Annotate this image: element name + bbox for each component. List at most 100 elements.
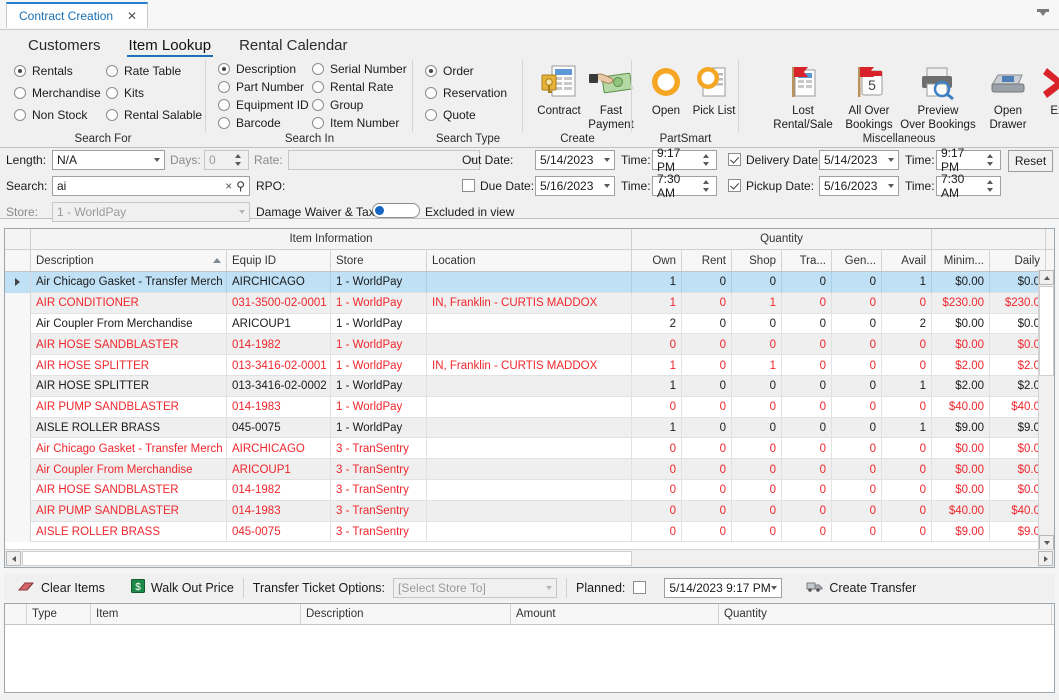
grid-column-header-store[interactable]: Store [331, 250, 427, 271]
pick-list-button[interactable]: Pick List [682, 60, 746, 118]
radio-order[interactable]: Order [425, 62, 474, 80]
grid-column-header-own[interactable]: Own [632, 250, 682, 271]
pickup-date-checkbox[interactable] [728, 179, 741, 192]
table-row[interactable]: Air Coupler From Merchandise ARICOUP1 3 - … [5, 459, 1054, 480]
radio-non-stock[interactable]: Non Stock [14, 106, 87, 124]
preview-over-bookings-button[interactable]: Preview Over Bookings [900, 60, 976, 131]
radio-description[interactable]: Description [218, 60, 296, 78]
grid-column-header-minim[interactable]: Minim... [932, 250, 990, 271]
table-row[interactable]: AIR HOSE SPLITTER 013-3416-02-0001 1 - Wor… [5, 355, 1054, 376]
grid-column-header-location[interactable]: Location [427, 250, 632, 271]
table-row[interactable]: AISLE ROLLER BRASS 045-0075 1 - WorldPay 1 0… [5, 417, 1054, 439]
tab-item-lookup[interactable]: Item Lookup [115, 37, 226, 57]
transfer-ticket-options-label: Transfer Ticket Options: [252, 580, 386, 595]
table-row[interactable]: AIR HOSE SANDBLASTER 014-1982 1 - WorldPay… [5, 334, 1054, 356]
scroll-left-icon[interactable] [6, 551, 21, 566]
grid-horizontal-scrollbar[interactable] [5, 549, 1054, 567]
tab-customers[interactable]: Customers [14, 37, 115, 56]
radio-rate-table[interactable]: Rate Table [106, 62, 181, 80]
grid-vertical-scrollbar[interactable] [1038, 270, 1054, 550]
table-row[interactable]: AISLE ROLLER BRASS 045-0075 3 - TranSentry… [5, 521, 1054, 543]
table-row[interactable]: AIR HOSE SPLITTER 013-3416-02-0002 1 - Wor… [5, 375, 1054, 397]
grid-column-header-daily[interactable]: Daily [990, 250, 1046, 271]
select-store-to-dropdown[interactable]: [Select Store To] [393, 577, 558, 598]
chevron-down-icon[interactable] [1037, 9, 1049, 19]
due-time-stepper[interactable]: 7:30 AM [652, 172, 717, 200]
search-icon[interactable]: ⚲ [236, 179, 245, 193]
scroll-right-icon[interactable] [1038, 551, 1053, 566]
transfer-column-header-type[interactable]: Type [27, 604, 91, 624]
table-row[interactable]: AIR PUMP SANDBLASTER 014-1983 3 - TranSent… [5, 500, 1054, 522]
length-select[interactable]: N/A [52, 150, 165, 170]
tab-rental-calendar[interactable]: Rental Calendar [225, 37, 361, 56]
radio-item-number[interactable]: Item Number [312, 114, 399, 132]
due-date-picker[interactable]: 5/16/2023 [535, 176, 615, 196]
transfer-column-header-item[interactable]: Item [91, 604, 301, 624]
table-cell: $40.00 [932, 396, 990, 418]
damage-waiver-toggle[interactable] [372, 203, 420, 218]
table-row[interactable]: AIR HOSE SANDBLASTER 014-1982 3 - TranSent… [5, 479, 1054, 501]
spinner-icon[interactable] [233, 152, 244, 168]
radio-rental-salable[interactable]: Rental Salable [106, 106, 202, 124]
table-row[interactable]: Air Chicago Gasket - Transfer Merch AIRCH… [5, 272, 1054, 293]
out-date-picker[interactable]: 5/14/2023 [535, 150, 615, 170]
transfer-column-header-amount[interactable]: Amount [511, 604, 719, 624]
transfer-column-header-description[interactable]: Description [301, 604, 511, 624]
grid-column-header-equip-id[interactable]: Equip ID [227, 250, 331, 271]
table-row[interactable]: AIR PUMP SANDBLASTER 014-1983 1 - WorldPay… [5, 396, 1054, 418]
close-icon[interactable]: ✕ [127, 10, 137, 22]
store-select[interactable]: 1 - WorldPay [52, 202, 250, 222]
grid-column-header-tra[interactable]: Tra... [782, 250, 832, 271]
exit-button[interactable]: Exit [1028, 60, 1059, 118]
table-row[interactable]: Air Coupler From Merchandise ARICOUP1 1 - … [5, 313, 1054, 335]
walk-out-price-button[interactable]: $ Walk Out Price [130, 579, 234, 596]
spinner-icon[interactable] [701, 178, 712, 194]
grid-column-header-gen[interactable]: Gen... [832, 250, 882, 271]
search-input[interactable]: ai × ⚲ [52, 176, 250, 196]
grid-column-header-description[interactable]: Description [31, 250, 227, 271]
lost-rental-sale-button[interactable]: Lost Rental/Sale [771, 60, 835, 131]
spinner-icon[interactable] [985, 178, 996, 194]
radio-rentals[interactable]: Rentals [14, 62, 73, 80]
reset-button[interactable]: Reset [1008, 150, 1053, 172]
horizontal-scroll-thumb[interactable] [22, 551, 632, 566]
radio-reservation[interactable]: Reservation [425, 84, 507, 102]
radio-quote[interactable]: Quote [425, 106, 476, 124]
delivery-date-checkbox[interactable] [728, 153, 741, 166]
planned-datetime-picker[interactable]: 5/14/2023 9:17 PM [664, 577, 783, 598]
planned-checkbox[interactable] [633, 581, 647, 594]
radio-kits[interactable]: Kits [106, 84, 144, 102]
radio-merchandise[interactable]: Merchandise [14, 84, 101, 102]
radio-group[interactable]: Group [312, 96, 363, 114]
radio-equipment-id[interactable]: Equipment ID [218, 96, 309, 114]
grid-column-header-rent[interactable]: Rent [682, 250, 732, 271]
vertical-scroll-thumb[interactable] [1039, 286, 1054, 376]
due-date-checkbox[interactable] [462, 179, 475, 192]
table-row[interactable]: AIR CONDITIONER 031-3500-02-0001 1 - World… [5, 292, 1054, 314]
delivery-date-picker[interactable]: 5/14/2023 [819, 150, 899, 170]
transfer-column-header-quantity[interactable]: Quantity [719, 604, 1052, 624]
table-row[interactable]: Air Chicago Gasket - Transfer Merch AIRCH… [5, 438, 1054, 460]
radio-part-number[interactable]: Part Number [218, 78, 304, 96]
spinner-icon[interactable] [701, 152, 712, 168]
all-over-bookings-button[interactable]: 5 All Over Bookings [837, 60, 901, 131]
delivery-time-stepper[interactable]: 9:17 PM [936, 146, 1001, 174]
clear-items-button[interactable]: Clear Items [17, 580, 105, 596]
spinner-icon[interactable] [985, 152, 996, 168]
scroll-down-icon[interactable] [1039, 535, 1054, 550]
days-stepper[interactable]: 0 [204, 150, 249, 170]
radio-rental-rate[interactable]: Rental Rate [312, 78, 393, 96]
radio-barcode[interactable]: Barcode [218, 114, 281, 132]
rate-select[interactable] [288, 150, 480, 170]
damage-waiver-label: Damage Waiver & Tax: [256, 205, 379, 219]
grid-column-header-shop[interactable]: Shop [732, 250, 782, 271]
radio-serial-number[interactable]: Serial Number [312, 60, 407, 78]
grid-column-header-avail[interactable]: Avail [882, 250, 932, 271]
pickup-time-stepper[interactable]: 7:30 AM [936, 172, 1001, 200]
out-time-stepper[interactable]: 9:17 PM [652, 146, 717, 174]
clear-icon[interactable]: × [221, 179, 236, 193]
scroll-up-icon[interactable] [1039, 270, 1054, 285]
create-transfer-button[interactable]: Create Transfer [806, 579, 916, 596]
pickup-date-picker[interactable]: 5/16/2023 [819, 176, 899, 196]
document-tab-contract-creation[interactable]: Contract Creation ✕ [6, 2, 149, 28]
